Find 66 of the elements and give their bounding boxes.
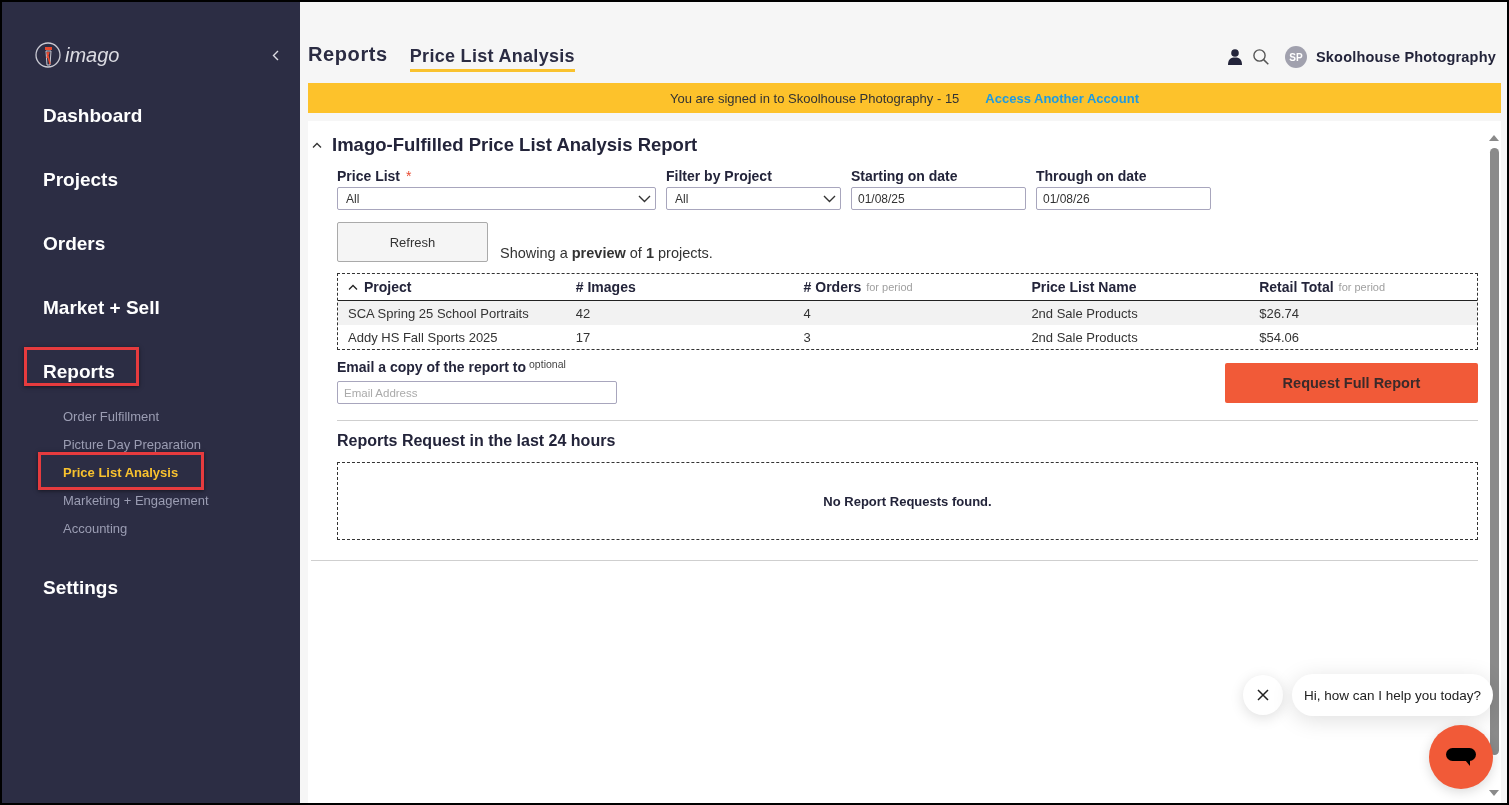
chat-bubble-icon [1446,748,1476,766]
nav-subitem[interactable]: Picture Day Preparation [63,437,201,453]
table-cell: $26.74 [1259,305,1299,321]
chat-message: Hi, how can I help you today? [1291,674,1493,716]
logo-icon [35,42,61,68]
required-mark: * [406,167,412,184]
column-note: for period [866,281,913,293]
empty-message: No Report Requests found. [823,493,992,509]
table-cell: 2nd Sale Products [1031,305,1138,321]
scrollbar-thumb[interactable] [1489,148,1499,755]
scroll-down-arrow-icon[interactable] [1489,790,1499,796]
column-header[interactable]: # Orders [803,279,862,295]
table-cell: SCA Spring 25 School Portraits [348,305,529,321]
nav-subitem[interactable]: Order Fulfillment [63,409,160,425]
chevron-down-icon [638,194,651,203]
nav-subitem[interactable]: Marketing + Engagement [63,493,209,509]
account-avatar: SP [1284,46,1307,68]
field-label: Price List [337,167,401,184]
email-label: Email a copy of the report to [337,358,527,377]
nav-item[interactable]: Orders [43,233,106,255]
nav-subitem[interactable]: Accounting [63,521,128,537]
header-tab[interactable]: Reports [308,43,388,71]
nav-item[interactable]: Settings [43,577,118,599]
panel-title: Imago-Fulfilled Price List Analysis Report [332,134,698,156]
account-name[interactable]: Skoolhouse Photography [1315,49,1496,65]
banner-message: You are signed in to Skoolhouse Photography - 15 [670,90,960,106]
caret-up-icon[interactable] [348,284,358,290]
preview-note: Showing a preview of 1 projects. [500,244,713,262]
column-header[interactable]: Retail Total [1259,279,1334,295]
table-cell: 3 [803,329,811,345]
search-icon[interactable] [1252,49,1269,65]
table-cell: Addy HS Fall Sports 2025 [348,329,498,345]
field-label: Starting on date [851,167,958,184]
table-cell: 42 [575,305,591,321]
field-label: Filter by Project [666,167,772,184]
table-cell: $54.06 [1259,329,1299,345]
nav-item[interactable]: Market + Sell [43,297,160,319]
column-note: for period [1338,281,1386,293]
field-label: Through on date [1036,167,1147,184]
refresh-button[interactable]: Refresh [337,222,488,262]
optional-note: optional [529,358,566,371]
scroll-up-arrow-icon[interactable] [1489,135,1499,141]
nav-item[interactable]: Projects [43,169,118,191]
nav-subitem[interactable]: Price List Analysis [63,465,179,481]
nav-item[interactable]: Reports [43,361,115,383]
table-cell: 2nd Sale Products [1031,329,1138,345]
section-title: Reports Request in the last 24 hours [337,431,617,451]
table-cell: 4 [803,305,811,321]
email-field[interactable]: Email Address [337,381,617,404]
header-tab[interactable]: Price List Analysis [409,46,575,72]
chevron-left-icon[interactable] [272,49,279,61]
column-header[interactable]: Project [364,279,412,295]
user-icon[interactable] [1227,49,1242,65]
select-field[interactable]: All [666,187,841,210]
date-field[interactable]: 01/08/26 [1036,187,1211,210]
request-report-button[interactable]: Request Full Report [1225,363,1478,403]
caret-up-icon[interactable] [312,142,322,148]
close-icon [1256,689,1269,701]
chevron-down-icon [823,194,836,203]
table-cell: 17 [575,329,591,345]
logo-text: imago [65,43,120,67]
column-header[interactable]: Price List Name [1031,279,1137,295]
select-field[interactable]: All [337,187,656,210]
column-header[interactable]: # Images [575,279,636,295]
nav-item[interactable]: Dashboard [43,105,143,127]
date-field[interactable]: 01/08/25 [851,187,1026,210]
